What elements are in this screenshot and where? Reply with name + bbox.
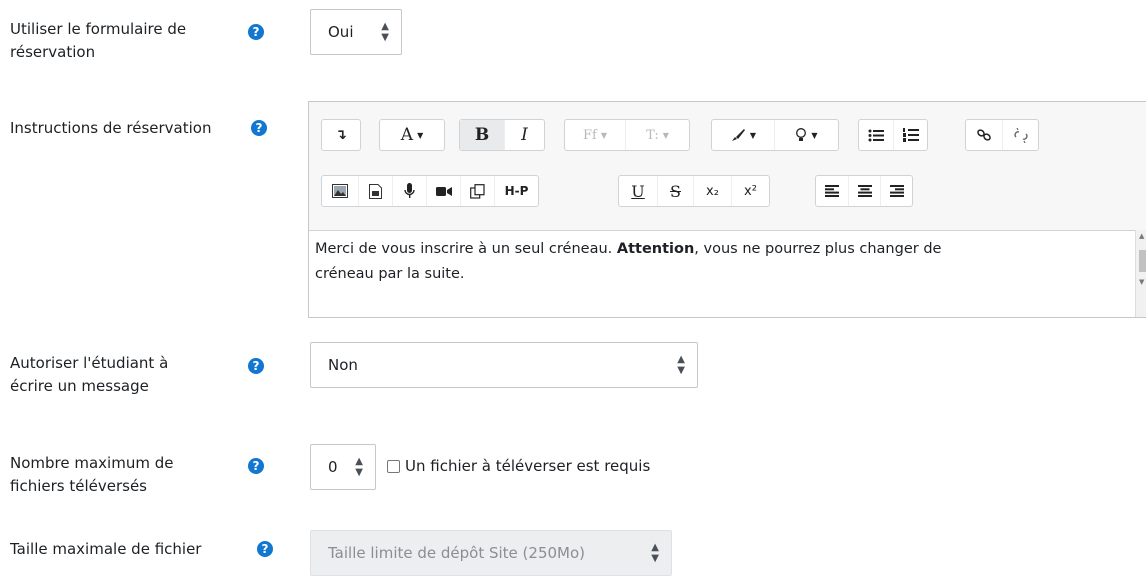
max-files-label-line1: Nombre maximum de <box>10 454 174 472</box>
lightbulb-icon <box>795 127 807 143</box>
toolbar-group-format: U S x₂ x² <box>618 175 770 207</box>
editor-text-before: Merci de vous inscrire à un seul créneau… <box>315 241 617 257</box>
manage-files-button[interactable] <box>460 176 494 206</box>
editor-text-bold: Attention <box>616 241 695 257</box>
video-camera-icon <box>435 186 452 197</box>
help-icon[interactable]: ? <box>248 358 264 374</box>
unlink-icon <box>1013 127 1029 143</box>
dropdown-caret-icon: ▼ <box>749 130 757 140</box>
align-left-icon <box>825 185 839 197</box>
editor-text-line1: Merci de vous inscrire à un seul créneau… <box>315 237 1129 262</box>
align-right-button[interactable] <box>880 176 912 206</box>
align-left-button[interactable] <box>816 176 848 206</box>
dropdown-caret-icon: ▼ <box>811 130 818 140</box>
select-arrows-icon: ▲ ▼ <box>677 354 685 376</box>
font-size-label: T: <box>646 127 659 143</box>
toolbar-group-media: H-P <box>321 175 539 207</box>
toolbar-group-font-disabled: Ff ▼ T: ▼ <box>564 119 690 151</box>
superscript-button[interactable]: x² <box>731 176 769 206</box>
record-video-button[interactable] <box>426 176 460 206</box>
font-family-label: Ff <box>583 127 597 143</box>
italic-button[interactable]: I <box>504 120 544 150</box>
dropdown-caret-icon: ▼ <box>417 130 424 140</box>
booking-form-label-line1: Utiliser le formulaire de <box>10 20 187 38</box>
scroll-up-arrow-icon[interactable]: ▲ <box>1139 232 1144 240</box>
toolbar-group-color: ▼ ▼ <box>711 119 839 151</box>
align-right-icon <box>889 185 904 197</box>
booking-form-label: Utiliser le formulaire de réservation <box>10 18 186 64</box>
ordered-list-icon <box>902 128 919 142</box>
max-files-select-value: 0 <box>328 458 338 476</box>
font-family-button[interactable]: Ff ▼ <box>565 120 625 150</box>
text-color-button[interactable]: ▼ <box>712 120 774 150</box>
select-arrows-icon: ▲ ▼ <box>355 456 363 478</box>
student-message-label-line2: écrire un message <box>10 377 149 395</box>
student-message-select[interactable]: Non ▲ ▼ <box>310 342 698 388</box>
font-style-button[interactable]: A ▼ <box>380 120 444 150</box>
align-center-icon <box>857 185 872 197</box>
brush-icon <box>730 128 746 142</box>
unordered-list-icon <box>868 129 884 142</box>
booking-form-select-value: Oui <box>328 23 354 41</box>
scroll-down-arrow-icon[interactable]: ▼ <box>1139 278 1144 286</box>
unlink-button[interactable] <box>1002 120 1038 150</box>
font-style-label: A <box>400 125 414 145</box>
microphone-icon <box>404 183 415 199</box>
background-color-button[interactable]: ▼ <box>774 120 838 150</box>
file-required-checkbox-label[interactable]: Un fichier à téléverser est requis <box>405 455 650 477</box>
editor-scrollbar[interactable]: ▲ ▼ <box>1135 230 1146 317</box>
dropdown-caret-icon: ▼ <box>662 130 669 140</box>
editor-text-line2: créneau par la suite. <box>315 266 465 282</box>
toolbar-group-lists <box>858 119 928 151</box>
toolbar-group-style: B I <box>459 119 545 151</box>
help-icon[interactable]: ? <box>248 24 264 40</box>
underline-button[interactable]: U <box>619 176 657 206</box>
toolbar-toggle-button[interactable]: ↴ <box>322 120 360 150</box>
ordered-list-button[interactable] <box>893 120 927 150</box>
align-center-button[interactable] <box>848 176 880 206</box>
help-icon[interactable]: ? <box>257 541 273 557</box>
max-file-size-label: Taille maximale de fichier <box>10 540 202 558</box>
toolbar-group-links <box>965 119 1039 151</box>
max-file-size-select-value: Taille limite de dépôt Site (250Mo) <box>328 544 585 562</box>
toolbar-group-toggle: ↴ <box>321 119 361 151</box>
strikethrough-button[interactable]: S <box>657 176 693 206</box>
unordered-list-button[interactable] <box>859 120 893 150</box>
link-icon <box>976 128 992 142</box>
student-message-select-value: Non <box>328 356 358 374</box>
media-icon <box>369 183 382 199</box>
bold-button[interactable]: B <box>460 120 504 150</box>
toolbar-group-font: A ▼ <box>379 119 445 151</box>
max-files-label: Nombre maximum de fichiers téléversés <box>10 452 173 498</box>
help-icon[interactable]: ? <box>248 458 264 474</box>
student-message-label-line1: Autoriser l'étudiant à <box>10 354 169 372</box>
rich-text-editor: ↴ A ▼ B I Ff ▼ T: ▼ ▼ ▼ H-P U S x₂ x² Me… <box>308 101 1146 318</box>
h5p-button[interactable]: H-P <box>494 176 538 206</box>
editor-content-area[interactable]: Merci de vous inscrire à un seul créneau… <box>309 230 1135 317</box>
link-button[interactable] <box>966 120 1002 150</box>
max-files-select[interactable]: 0 ▲ ▼ <box>310 444 376 490</box>
insert-media-button[interactable] <box>358 176 392 206</box>
font-size-button[interactable]: T: ▼ <box>625 120 689 150</box>
insert-image-button[interactable] <box>322 176 358 206</box>
select-arrows-icon: ▲ ▼ <box>651 542 659 564</box>
image-icon <box>332 184 348 198</box>
file-required-checkbox[interactable] <box>387 460 400 473</box>
booking-instructions-label: Instructions de réservation <box>10 119 212 137</box>
record-audio-button[interactable] <box>392 176 426 206</box>
files-icon <box>470 183 485 199</box>
student-message-label: Autoriser l'étudiant à écrire un message <box>10 352 168 398</box>
booking-form-label-line2: réservation <box>10 43 96 61</box>
subscript-button[interactable]: x₂ <box>693 176 731 206</box>
dropdown-caret-icon: ▼ <box>600 130 607 140</box>
max-files-label-line2: fichiers téléversés <box>10 477 147 495</box>
toolbar-group-align <box>815 175 913 207</box>
help-icon[interactable]: ? <box>251 120 267 136</box>
booking-form-select[interactable]: Oui ▲ ▼ <box>310 9 402 55</box>
scrollbar-thumb[interactable] <box>1139 250 1146 272</box>
max-file-size-select: Taille limite de dépôt Site (250Mo) ▲ ▼ <box>310 530 672 576</box>
editor-text-after: , vous ne pourrez plus changer de <box>694 241 942 257</box>
select-arrows-icon: ▲ ▼ <box>381 21 389 43</box>
